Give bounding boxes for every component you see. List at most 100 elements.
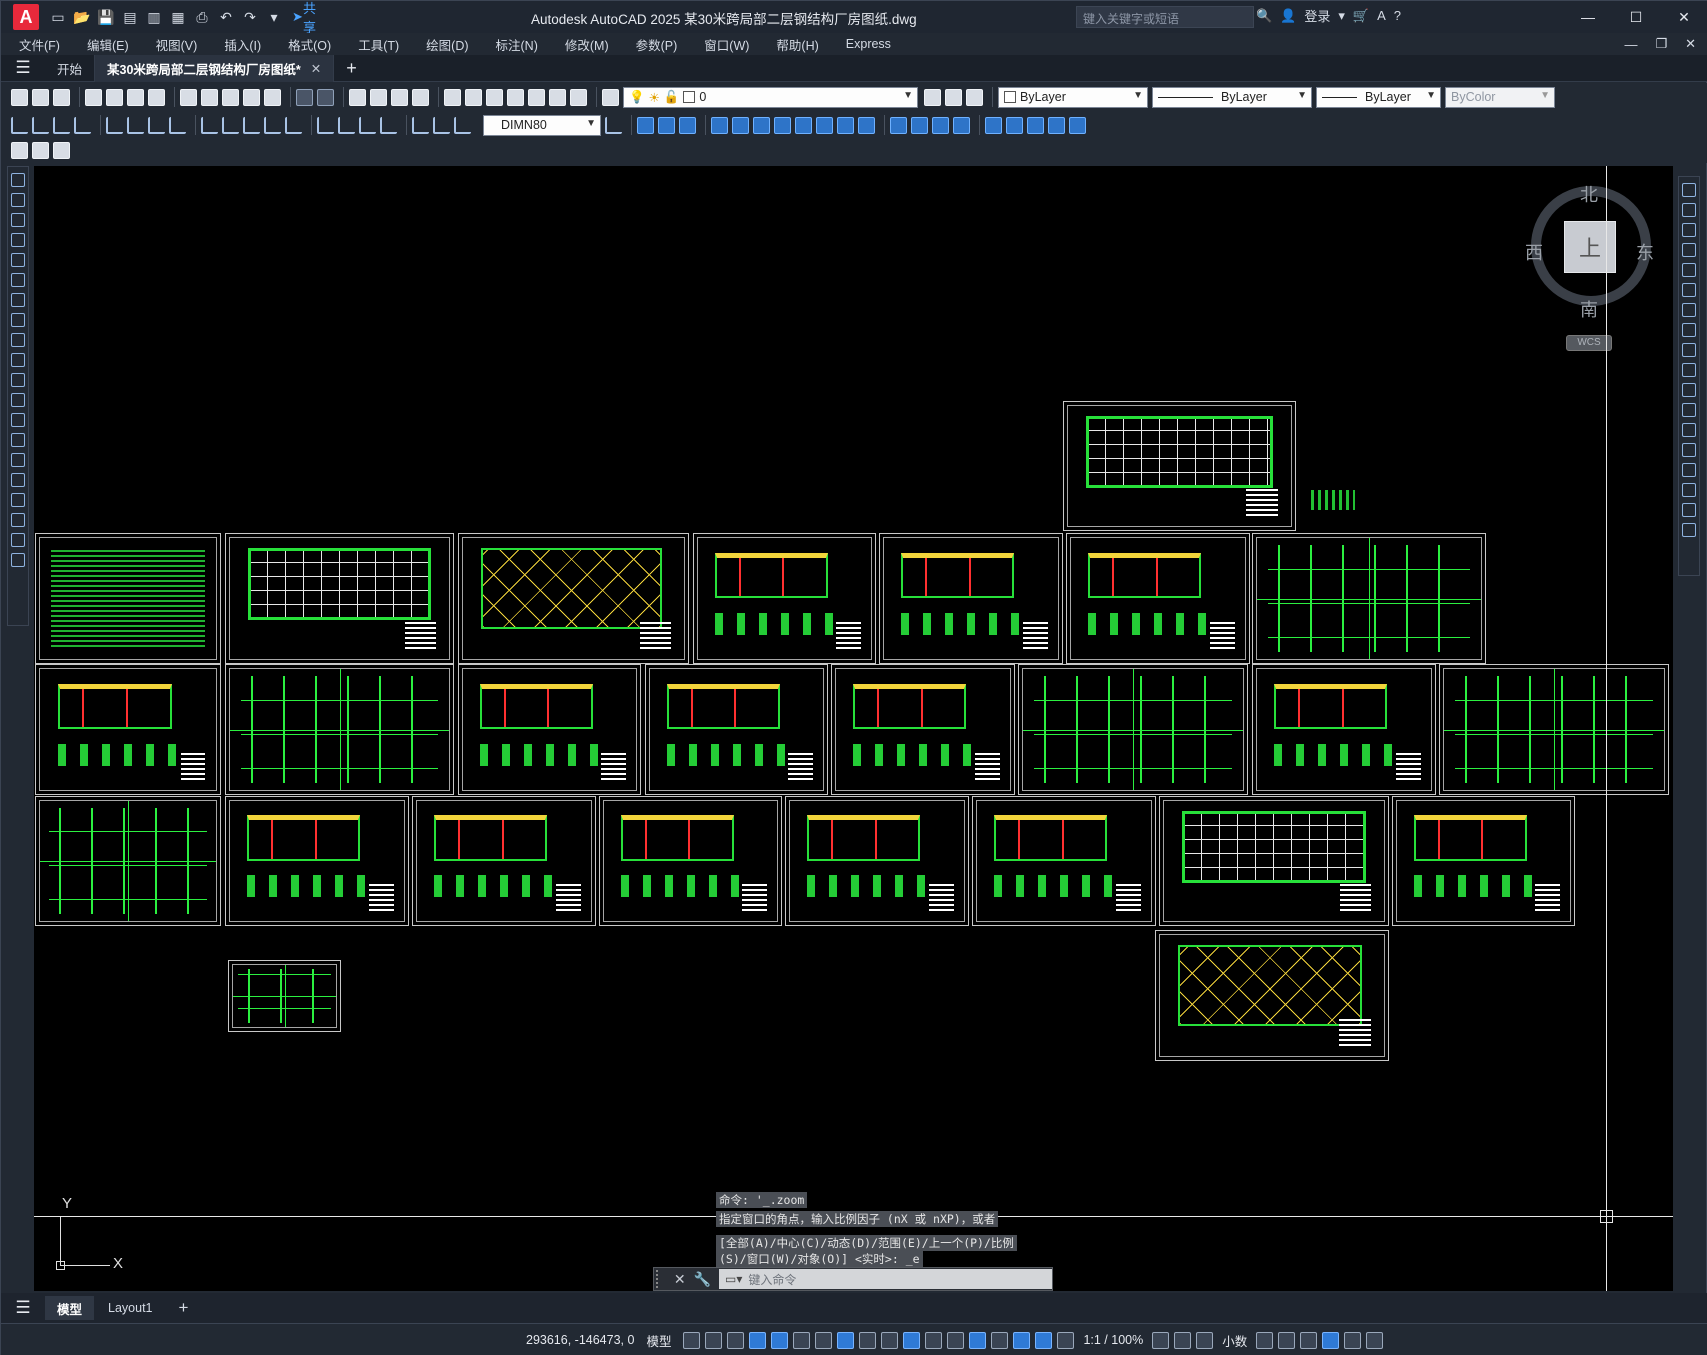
graphics-performance-icon[interactable]	[1322, 1331, 1340, 1349]
selection-filter-icon[interactable]	[991, 1331, 1009, 1349]
line-icon[interactable]	[11, 173, 25, 187]
ellipse-icon[interactable]	[11, 353, 25, 367]
dimension-space-icon[interactable]	[264, 116, 281, 134]
rotate-icon[interactable]	[774, 116, 791, 134]
viewcube-south[interactable]: 南	[1580, 296, 1598, 322]
redo-icon[interactable]	[317, 88, 334, 106]
plot-preview-icon[interactable]: ▥	[143, 6, 165, 28]
break-icon[interactable]	[890, 116, 907, 134]
extend-icon[interactable]	[858, 116, 875, 134]
extend-icon[interactable]	[1682, 383, 1696, 397]
plot-preview-icon[interactable]	[106, 88, 123, 106]
rectangle-icon[interactable]	[11, 253, 25, 267]
app-logo[interactable]: A	[13, 4, 39, 30]
menu-tools[interactable]: 工具(T)	[358, 35, 399, 54]
table-icon[interactable]	[11, 513, 25, 527]
auto-scale-icon[interactable]	[1057, 1331, 1075, 1349]
viewcube-east[interactable]: 东	[1636, 239, 1654, 265]
block-editor-icon[interactable]	[264, 88, 281, 106]
polar-tracking-icon[interactable]	[793, 1331, 811, 1349]
hatch-icon[interactable]	[11, 453, 25, 467]
viewcube-west[interactable]: 西	[1525, 239, 1543, 265]
dynamic-input-icon[interactable]	[749, 1331, 767, 1349]
drawing-sheet[interactable]	[228, 960, 341, 1032]
isolate-objects-icon[interactable]	[1300, 1331, 1318, 1349]
drawing-sheet[interactable]	[225, 533, 454, 664]
drawing-sheet[interactable]	[1066, 533, 1250, 664]
drawing-sheet[interactable]	[458, 664, 641, 795]
properties-icon[interactable]	[444, 88, 461, 106]
spline-icon[interactable]	[11, 333, 25, 347]
layer-properties-icon[interactable]	[602, 88, 619, 106]
dimension-break-icon[interactable]	[285, 116, 302, 134]
menu-express[interactable]: Express	[846, 37, 891, 51]
drawing-sheet[interactable]	[879, 533, 1063, 664]
multiline-text-icon[interactable]	[11, 533, 25, 547]
object-snap-tracking-icon[interactable]	[837, 1331, 855, 1349]
revision-cloud-icon[interactable]	[11, 313, 25, 327]
new-tab-icon[interactable]: +	[346, 58, 357, 79]
lineweight-icon[interactable]	[881, 1331, 899, 1349]
jogged-dimension-icon[interactable]	[127, 116, 144, 134]
tab-model[interactable]: 模型	[45, 1296, 95, 1320]
menu-icon[interactable]: ☰	[1, 58, 45, 78]
linetype-dropdown[interactable]: ByLayer ▼	[1152, 86, 1312, 108]
mirror-icon[interactable]	[679, 116, 696, 134]
publish-icon[interactable]	[127, 88, 144, 106]
open-icon[interactable]	[32, 88, 49, 106]
grid-icon[interactable]	[683, 1331, 701, 1349]
array-icon[interactable]	[1682, 263, 1696, 277]
offset-icon[interactable]	[1682, 243, 1696, 257]
calculator-icon[interactable]	[549, 88, 566, 106]
explode-icon[interactable]	[1682, 523, 1696, 537]
array-icon[interactable]	[732, 116, 749, 134]
tolerance-icon[interactable]	[317, 116, 334, 134]
snap-icon[interactable]	[705, 1331, 723, 1349]
block-create-icon[interactable]	[32, 141, 49, 159]
drawing-sheet[interactable]	[1311, 490, 1355, 510]
draworder-icon[interactable]	[1048, 116, 1065, 134]
stretch-icon[interactable]	[1682, 343, 1696, 357]
copy-object-icon[interactable]	[658, 116, 675, 134]
isometric-icon[interactable]	[815, 1331, 833, 1349]
viewcube-north[interactable]: 北	[1580, 181, 1598, 207]
tab-document[interactable]: 某30米跨局部二层钢结构厂房图纸* ✕	[95, 54, 335, 82]
menu-format[interactable]: 格式(O)	[288, 35, 331, 54]
drawing-sheet[interactable]	[35, 796, 221, 926]
add-selected-icon[interactable]	[11, 553, 25, 567]
drawing-sheet[interactable]	[35, 664, 221, 795]
menu-draw[interactable]: 绘图(D)	[426, 35, 468, 54]
dimension-style-icon[interactable]	[605, 116, 622, 134]
move-icon[interactable]	[753, 116, 770, 134]
3d-print-icon[interactable]	[148, 88, 165, 106]
arc-icon[interactable]	[11, 273, 25, 287]
open-icon[interactable]: 📂	[71, 6, 93, 28]
drawing-sheet[interactable]	[972, 796, 1156, 926]
annotation-scale[interactable]: 1:1 / 100%	[1083, 1333, 1143, 1347]
polyline-icon[interactable]	[11, 213, 25, 227]
offset-icon[interactable]	[711, 116, 728, 134]
doc-restore-button[interactable]: ❐	[1655, 36, 1667, 52]
break-icon[interactable]	[1682, 423, 1696, 437]
drawing-sheet[interactable]	[412, 796, 596, 926]
ordinate-dimension-icon[interactable]	[74, 116, 91, 134]
tab-start[interactable]: 开始	[45, 54, 96, 82]
linear-dimension-icon[interactable]	[11, 116, 28, 134]
layer-dropdown[interactable]: 💡 ☀ 🔓 0 ▼	[623, 86, 918, 108]
menu-file[interactable]: 文件(F)	[19, 35, 60, 54]
move-icon[interactable]	[1682, 283, 1696, 297]
quick-dimension-icon[interactable]	[201, 116, 218, 134]
share-button[interactable]: ➤ 共享	[292, 1, 316, 35]
dimension-update-icon[interactable]	[454, 116, 471, 134]
search-icon[interactable]: 🔍	[1256, 8, 1272, 24]
rotate-icon[interactable]	[1682, 303, 1696, 317]
aligned-dimension-icon[interactable]	[32, 116, 49, 134]
coordinates-readout[interactable]: 293616, -146473, 0	[526, 1333, 634, 1347]
erase-icon[interactable]	[1682, 183, 1696, 197]
model-space-button[interactable]: 模型	[646, 1331, 671, 1350]
menu-window[interactable]: 窗口(W)	[704, 35, 749, 54]
layout-menu-icon[interactable]: ☰	[1, 1298, 45, 1318]
dimension-edit-icon[interactable]	[412, 116, 429, 134]
recent-commands-icon[interactable]: ▭▾	[725, 1272, 742, 1286]
annotation-monitor-icon[interactable]	[1174, 1331, 1192, 1349]
